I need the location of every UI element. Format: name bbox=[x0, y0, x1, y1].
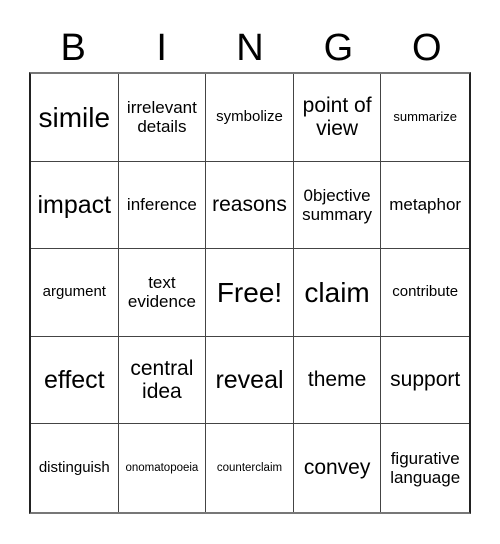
bingo-cell[interactable]: theme bbox=[293, 336, 382, 425]
header-letter-b: B bbox=[60, 27, 86, 69]
bingo-cell[interactable]: figurative language bbox=[381, 424, 469, 512]
bingo-cell[interactable]: reveal bbox=[206, 336, 294, 425]
bingo-cell[interactable]: distinguish bbox=[31, 424, 119, 512]
bingo-cell[interactable]: reasons bbox=[206, 161, 294, 250]
bingo-board: simile irrelevant details symbolize poin… bbox=[29, 72, 471, 514]
bingo-cell[interactable]: effect bbox=[31, 336, 119, 425]
header-letter-i: I bbox=[156, 27, 167, 69]
free-space[interactable]: Free! bbox=[206, 249, 294, 337]
bingo-cell[interactable]: point of view bbox=[293, 74, 382, 162]
bingo-cell[interactable]: 0bjective summary bbox=[293, 161, 382, 250]
header-letter-g: G bbox=[323, 27, 354, 69]
bingo-cell[interactable]: text evidence bbox=[118, 249, 207, 337]
bingo-cell[interactable]: counterclaim bbox=[206, 424, 294, 512]
bingo-cell[interactable]: argument bbox=[31, 249, 119, 337]
bingo-cell[interactable]: symbolize bbox=[206, 74, 294, 162]
bingo-cell[interactable]: contribute bbox=[381, 249, 469, 337]
bingo-cell[interactable]: convey bbox=[294, 424, 382, 512]
header-letter-n: N bbox=[236, 27, 264, 69]
bingo-cell[interactable]: metaphor bbox=[381, 162, 469, 250]
bingo-header: B I N G O bbox=[29, 26, 471, 70]
bingo-cell[interactable]: claim bbox=[293, 249, 382, 337]
bingo-cell[interactable]: simile bbox=[31, 74, 119, 162]
bingo-cell[interactable]: support bbox=[381, 337, 469, 425]
bingo-cell[interactable]: impact bbox=[31, 161, 119, 250]
bingo-cell[interactable]: onomatopoeia bbox=[119, 424, 207, 512]
header-letter-o: O bbox=[412, 27, 442, 69]
bingo-cell[interactable]: irrelevant details bbox=[118, 74, 207, 162]
bingo-cell[interactable]: central idea bbox=[118, 336, 207, 425]
bingo-cell[interactable]: summarize bbox=[381, 74, 469, 162]
bingo-cell[interactable]: inference bbox=[118, 161, 207, 250]
